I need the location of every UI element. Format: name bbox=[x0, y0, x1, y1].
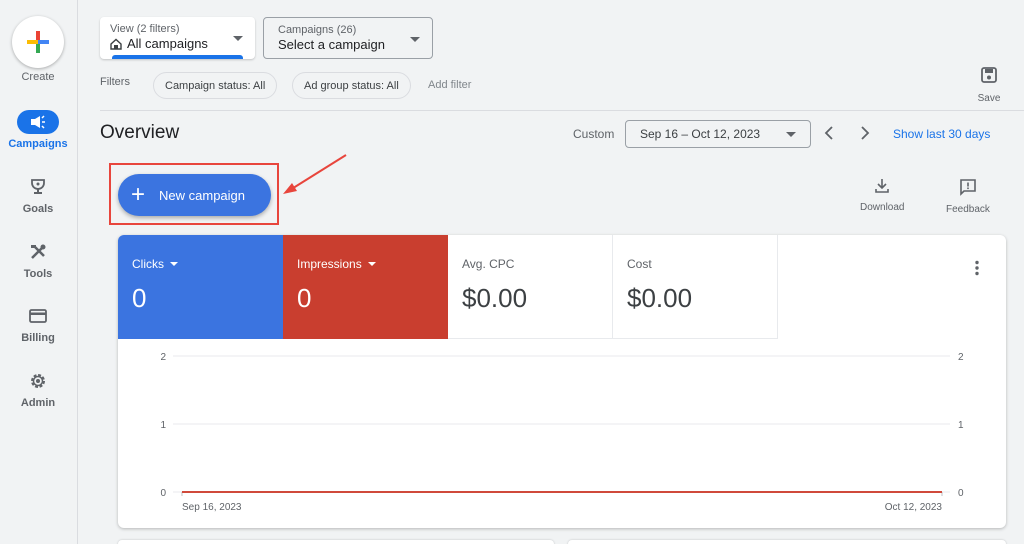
previous-period-button[interactable] bbox=[819, 122, 839, 144]
ad-group-status-chip[interactable]: Ad group status: All bbox=[292, 72, 411, 99]
metric-cost[interactable]: Cost $0.00 bbox=[613, 235, 778, 339]
campaign-dropdown[interactable]: Campaigns (26) Select a campaign bbox=[263, 17, 433, 59]
chevron-down-icon bbox=[410, 37, 420, 42]
gear-icon bbox=[17, 369, 59, 393]
bottom-card bbox=[118, 540, 554, 544]
chevron-left-icon bbox=[824, 126, 833, 140]
more-vert-icon bbox=[975, 260, 979, 276]
sidebar-item-admin[interactable]: Admin bbox=[0, 369, 76, 409]
date-range-dropdown[interactable]: Sep 16 – Oct 12, 2023 bbox=[625, 120, 811, 148]
more-options-button[interactable] bbox=[970, 259, 984, 277]
y-tick-label-right: 2 bbox=[958, 352, 964, 363]
metric-value: $0.00 bbox=[462, 283, 528, 313]
sidebar-item-campaigns[interactable]: Campaigns bbox=[0, 110, 76, 150]
sidebar-item-goals[interactable]: Goals bbox=[0, 175, 76, 215]
sidebar-item-label: Campaigns bbox=[8, 138, 68, 150]
metric-label: Impressions bbox=[297, 257, 362, 271]
metric-avg-cpc[interactable]: Avg. CPC $0.00 bbox=[448, 235, 613, 339]
campaign-dropdown-sublabel: Campaigns (26) bbox=[278, 24, 357, 36]
feedback-button[interactable]: Feedback bbox=[946, 178, 990, 215]
overview-card: Clicks 0 Impressions 0 Avg. CPC $0.00 Co… bbox=[118, 235, 1006, 528]
credit-card-icon bbox=[17, 304, 59, 328]
metric-label: Cost bbox=[627, 257, 652, 271]
page-title: Overview bbox=[100, 122, 180, 143]
sidebar: Create Campaigns Goals Tools Billing Adm… bbox=[0, 0, 78, 544]
next-period-button[interactable] bbox=[855, 122, 875, 144]
save-button[interactable]: Save bbox=[970, 66, 1008, 104]
sidebar-item-label: Admin bbox=[20, 397, 56, 409]
view-dropdown[interactable]: View (2 filters) All campaigns bbox=[100, 17, 255, 59]
caret-down-icon[interactable] bbox=[170, 262, 178, 266]
chevron-right-icon bbox=[861, 126, 870, 140]
filters-label: Filters bbox=[100, 76, 130, 88]
view-dropdown-sublabel: View (2 filters) bbox=[110, 23, 180, 35]
metric-impressions[interactable]: Impressions 0 bbox=[283, 235, 448, 339]
google-plus-icon bbox=[27, 31, 49, 53]
metric-value: $0.00 bbox=[627, 283, 693, 313]
performance-chart: 0 0 1 1 2 2 Sep 16, 2023 Oct 12, 2023 bbox=[160, 352, 964, 513]
y-tick-label-right: 0 bbox=[958, 488, 964, 499]
megaphone-icon bbox=[17, 110, 59, 134]
bottom-card bbox=[568, 540, 1006, 544]
create-label: Create bbox=[21, 71, 55, 83]
campaign-dropdown-value: Select a campaign bbox=[278, 37, 385, 52]
metric-label: Clicks bbox=[132, 257, 164, 271]
download-icon bbox=[875, 179, 890, 193]
y-tick-label-left: 0 bbox=[160, 488, 166, 499]
date-mode-label: Custom bbox=[573, 127, 615, 141]
metric-clicks[interactable]: Clicks 0 bbox=[118, 235, 283, 339]
y-tick-label-left: 1 bbox=[160, 420, 166, 431]
tools-icon bbox=[17, 240, 59, 264]
caret-down-icon[interactable] bbox=[367, 262, 376, 266]
x-tick-label-start: Sep 16, 2023 bbox=[182, 502, 242, 513]
sidebar-item-tools[interactable]: Tools bbox=[0, 240, 76, 280]
trophy-icon bbox=[17, 175, 59, 199]
metric-value: 0 bbox=[132, 283, 147, 313]
sidebar-item-billing[interactable]: Billing bbox=[0, 304, 76, 344]
campaign-status-chip[interactable]: Campaign status: All bbox=[153, 72, 278, 99]
x-tick-label-end: Oct 12, 2023 bbox=[885, 502, 943, 513]
save-icon bbox=[981, 67, 997, 83]
add-filter-button[interactable]: Add filter bbox=[428, 79, 471, 91]
divider bbox=[100, 110, 1024, 111]
show-last-30-days-link[interactable]: Show last 30 days bbox=[893, 127, 990, 141]
download-label: Download bbox=[860, 202, 905, 213]
save-label: Save bbox=[977, 93, 1001, 104]
view-dropdown-value: All campaigns bbox=[127, 36, 208, 51]
feedback-icon bbox=[960, 179, 976, 196]
metric-value: 0 bbox=[297, 283, 312, 313]
y-tick-label-left: 2 bbox=[160, 352, 166, 363]
date-range-value: Sep 16 – Oct 12, 2023 bbox=[640, 127, 761, 141]
feedback-label: Feedback bbox=[946, 204, 990, 215]
chevron-down-icon bbox=[233, 36, 243, 41]
annotation-arrow-icon bbox=[283, 154, 347, 194]
create-button[interactable] bbox=[12, 16, 64, 68]
chevron-down-icon bbox=[786, 132, 796, 137]
sidebar-item-label: Goals bbox=[22, 203, 54, 215]
download-button[interactable]: Download bbox=[860, 178, 904, 213]
y-tick-label-right: 1 bbox=[958, 420, 964, 431]
annotation-highlight-box bbox=[109, 163, 279, 225]
metric-label: Avg. CPC bbox=[462, 257, 515, 271]
home-icon bbox=[110, 38, 122, 50]
sidebar-item-label: Tools bbox=[23, 268, 53, 280]
active-indicator bbox=[112, 55, 243, 59]
sidebar-item-label: Billing bbox=[21, 332, 55, 344]
